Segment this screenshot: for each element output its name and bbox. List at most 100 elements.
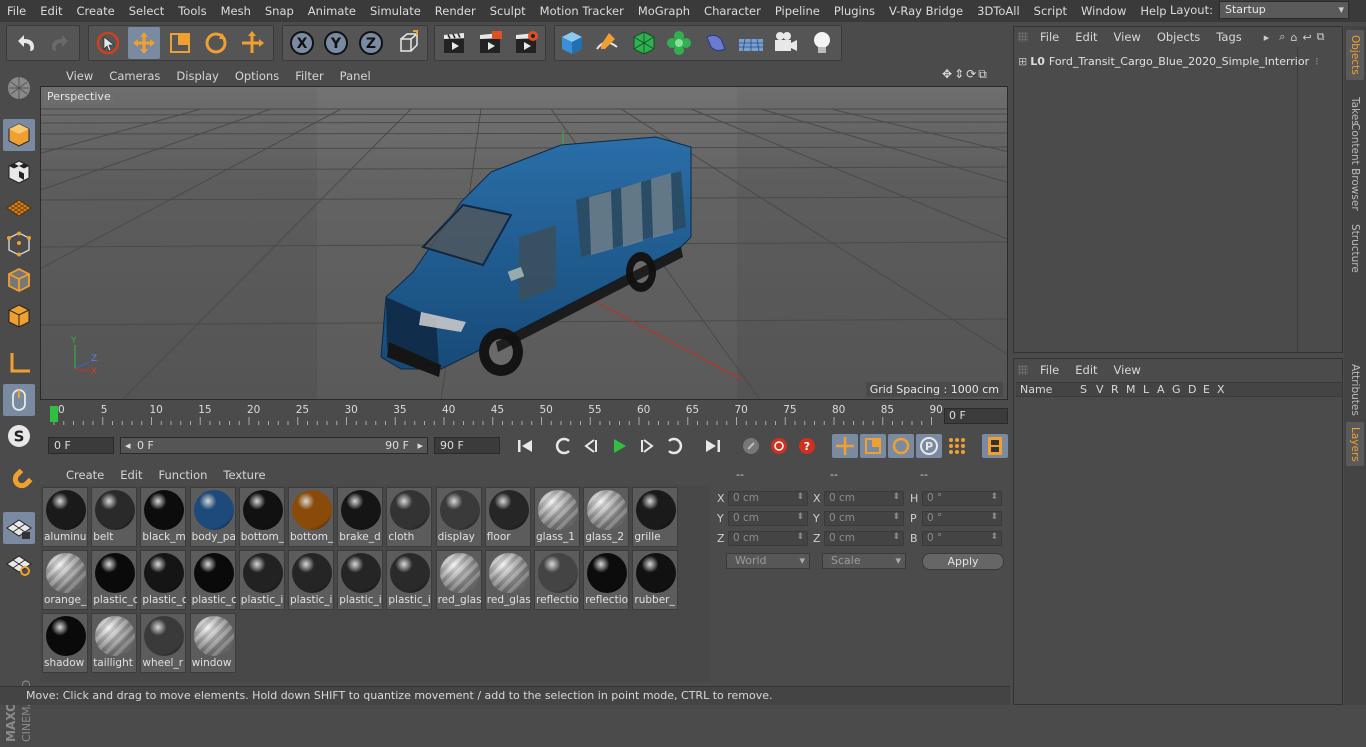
rot-p-field[interactable]: 0 ° — [922, 511, 1002, 526]
mat-menu-create[interactable]: Create — [58, 468, 112, 482]
menu-plugins[interactable]: Plugins — [827, 4, 882, 18]
undo-button[interactable] — [10, 27, 42, 59]
menu-mograph[interactable]: MoGraph — [631, 4, 697, 18]
col-s[interactable]: S — [1080, 383, 1087, 396]
menu-simulate[interactable]: Simulate — [363, 4, 428, 18]
timeline-ruler[interactable]: 0 5 10 15 20 25 30 35 40 45 50 55 60 65 70 75 80 85 90 — [40, 403, 1010, 429]
enable-snap-button[interactable] — [3, 466, 35, 498]
material-swatch[interactable]: reflectio — [583, 550, 630, 610]
mat-menu-texture[interactable]: Texture — [215, 468, 273, 482]
dolly-icon[interactable]: ⇕ — [954, 67, 964, 82]
obj-home-icon[interactable]: ⌂ — [1290, 31, 1297, 44]
material-swatch[interactable]: display — [435, 487, 482, 547]
edges-mode-button[interactable] — [3, 264, 35, 296]
material-swatch[interactable]: body_pa — [189, 487, 236, 547]
menu-pipeline[interactable]: Pipeline — [768, 4, 827, 18]
live-selection-button[interactable] — [92, 27, 124, 59]
material-swatch[interactable]: aluminu — [42, 487, 88, 547]
planar-workplane-button[interactable] — [3, 548, 35, 580]
material-swatch[interactable]: reflectio — [534, 550, 580, 610]
obj-search-icon[interactable]: ⌕ — [1279, 30, 1285, 44]
coordinate-system-button[interactable] — [393, 27, 425, 59]
object-name[interactable]: Ford_Transit_Cargo_Blue_2020_Simple_Inte… — [1049, 55, 1309, 68]
rot-h-field[interactable]: 0 ° — [922, 491, 1002, 506]
tab-structure[interactable]: Structure — [1346, 220, 1364, 276]
obj-menu-objects[interactable]: Objects — [1149, 30, 1208, 44]
orbit-icon[interactable]: ⟳ — [966, 67, 976, 82]
objects-grip[interactable] — [1018, 32, 1028, 42]
mat-menu-function[interactable]: Function — [151, 468, 216, 482]
key-pla-button[interactable] — [944, 434, 970, 458]
pos-z-field[interactable]: 0 cm — [728, 531, 808, 546]
tab-content-browser[interactable]: Content Browser — [1346, 122, 1364, 212]
points-mode-button[interactable] — [3, 228, 35, 260]
col-x[interactable]: X — [1217, 383, 1225, 396]
tab-layers[interactable]: Layers — [1346, 422, 1364, 466]
menu-snap[interactable]: Snap — [258, 4, 301, 18]
material-swatch[interactable]: grille — [632, 487, 679, 547]
model-mode-button[interactable] — [3, 119, 35, 151]
menu-character[interactable]: Character — [697, 4, 768, 18]
vp-menu-filter[interactable]: Filter — [287, 69, 331, 83]
menu-vray-bridge[interactable]: V-Ray Bridge — [882, 4, 970, 18]
layer-menu-edit[interactable]: Edit — [1067, 363, 1105, 377]
size-y-field[interactable]: 0 cm — [824, 511, 904, 526]
visibility-dots-icon[interactable]: ⁝ — [1315, 55, 1319, 68]
tab-objects[interactable]: Objects — [1346, 30, 1364, 80]
menu-sculpt[interactable]: Sculpt — [483, 4, 533, 18]
start-frame-field[interactable]: 0 F — [48, 437, 114, 454]
texture-mode-button[interactable] — [3, 156, 35, 188]
material-swatch[interactable]: glass_1 — [534, 487, 580, 547]
material-swatch[interactable]: red_glas — [484, 550, 531, 610]
obj-menu-tags[interactable]: Tags — [1208, 30, 1249, 44]
material-swatch[interactable]: plastic_i — [337, 550, 384, 610]
col-v[interactable]: V — [1096, 383, 1104, 396]
maximize-view-icon[interactable]: ⧉ — [978, 67, 987, 82]
material-swatch[interactable]: plastic_c — [91, 550, 138, 610]
obj-menu-edit[interactable]: Edit — [1067, 30, 1105, 44]
key-scale-button[interactable] — [860, 434, 886, 458]
menu-create[interactable]: Create — [70, 4, 122, 18]
key-position-button[interactable] — [832, 434, 858, 458]
light-button[interactable] — [806, 27, 838, 59]
menu-edit[interactable]: Edit — [33, 4, 69, 18]
playhead[interactable] — [50, 406, 58, 422]
render-settings-button[interactable] — [510, 27, 542, 59]
y-axis-button[interactable]: Y — [320, 27, 352, 59]
material-swatch[interactable]: plastic_i — [238, 550, 285, 610]
obj-menu-file[interactable]: File — [1032, 30, 1067, 44]
previous-frame-button[interactable] — [578, 434, 604, 458]
key-parameter-button[interactable]: P — [916, 434, 942, 458]
col-name[interactable]: Name — [1020, 383, 1052, 396]
record-active-button[interactable] — [738, 434, 764, 458]
redo-button[interactable] — [44, 27, 76, 59]
size-z-field[interactable]: 0 cm — [824, 531, 904, 546]
material-swatch[interactable]: floor — [484, 487, 531, 547]
material-swatch[interactable]: plastic_i — [288, 550, 334, 610]
pos-y-field[interactable]: 0 cm — [728, 511, 808, 526]
col-a[interactable]: A — [1157, 383, 1165, 396]
polygons-mode-button[interactable] — [3, 300, 35, 332]
next-key-button[interactable] — [662, 434, 688, 458]
material-swatch[interactable]: taillight — [91, 613, 138, 673]
spline-pen-button[interactable] — [591, 27, 623, 59]
current-frame-field[interactable]: 0 F — [944, 408, 1008, 424]
end-frame-field[interactable]: 90 F — [434, 437, 500, 454]
object-row[interactable]: ⊞ L0 Ford_Transit_Cargo_Blue_2020_Simple… — [1018, 53, 1338, 69]
timeline-window-button[interactable] — [982, 434, 1008, 458]
col-m[interactable]: M — [1126, 383, 1136, 396]
coordinate-space-dropdown[interactable]: World — [726, 553, 810, 569]
obj-back-icon[interactable]: ↩ — [1302, 31, 1311, 44]
material-swatch[interactable]: belt — [91, 487, 138, 547]
render-to-picture-viewer-button[interactable] — [474, 27, 506, 59]
material-swatch[interactable]: brake_d — [337, 487, 384, 547]
material-swatch[interactable]: bottom_ — [288, 487, 334, 547]
material-swatch[interactable]: plastic_c — [189, 550, 236, 610]
vp-menu-options[interactable]: Options — [227, 69, 287, 83]
rot-b-field[interactable]: 0 ° — [922, 531, 1002, 546]
menu-3dtoall[interactable]: 3DToAll — [970, 4, 1027, 18]
col-g[interactable]: G — [1172, 383, 1181, 396]
vp-menu-view[interactable]: View — [58, 69, 101, 83]
obj-menu-view[interactable]: View — [1106, 30, 1149, 44]
floor-scene-button[interactable] — [735, 27, 767, 59]
